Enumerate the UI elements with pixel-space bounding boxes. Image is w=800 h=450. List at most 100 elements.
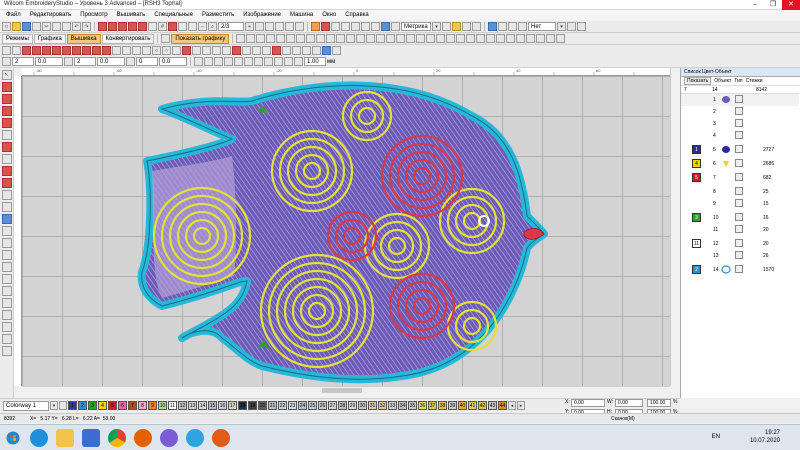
circle-tool-icon[interactable] [1, 166, 12, 176]
colour-swatch[interactable]: 14 [198, 401, 207, 410]
colour-icon[interactable] [182, 46, 191, 55]
cording-icon[interactable] [302, 46, 311, 55]
mode-graphics-button[interactable]: Графика [33, 33, 66, 44]
colour-swatch[interactable]: 6 [118, 401, 127, 410]
branching-icon[interactable] [466, 34, 476, 43]
select-object-icon[interactable] [236, 34, 246, 43]
tie-off-icon[interactable] [202, 46, 211, 55]
colour-swatch[interactable]: 22 [278, 401, 287, 410]
special-tool-icon[interactable] [1, 298, 12, 308]
triple-run-icon[interactable] [52, 46, 61, 55]
spacing-icon[interactable] [2, 57, 11, 66]
list-item[interactable]: 1 [681, 94, 799, 106]
travel-icon[interactable] [286, 34, 296, 43]
hoop-show-icon[interactable] [295, 22, 304, 31]
horizontal-scrollbar[interactable] [22, 386, 670, 394]
vertical-scrollbar[interactable] [670, 68, 678, 386]
list-item[interactable]: 11 12 20 [681, 238, 799, 250]
open-file-icon[interactable] [12, 22, 21, 31]
colour-swatch[interactable]: 34 [398, 401, 407, 410]
info-icon[interactable] [472, 22, 481, 31]
sew-simulator-icon[interactable] [498, 22, 507, 31]
profile-icon[interactable] [204, 57, 213, 66]
customize-icon[interactable] [518, 22, 527, 31]
monogram-icon[interactable] [108, 22, 117, 31]
density-icon[interactable] [214, 57, 223, 66]
mode-modes-button[interactable]: Режимы [2, 33, 33, 44]
abc-lettering-icon[interactable] [98, 22, 107, 31]
stitch-player-icon[interactable] [168, 22, 177, 31]
measure-icon[interactable] [285, 22, 294, 31]
stitch-type-icon[interactable] [2, 46, 11, 55]
clock-date[interactable]: 10.07.2020 [750, 437, 780, 445]
colour-swatch[interactable]: 42 [478, 401, 487, 410]
colorway-select[interactable]: Colorway 1 [3, 400, 49, 411]
reshape-tool-icon[interactable] [1, 322, 12, 332]
column-b-icon[interactable] [122, 46, 131, 55]
menu-help[interactable]: Справка [345, 12, 369, 18]
colour-swatch[interactable]: 20 [258, 401, 267, 410]
fill-tool-icon[interactable] [1, 154, 12, 164]
complex-fill-icon[interactable] [132, 46, 141, 55]
column-a-icon[interactable] [112, 46, 121, 55]
stitch-list-icon[interactable] [322, 46, 331, 55]
product-select[interactable]: Нет [528, 22, 556, 31]
list-item[interactable]: 2 14 1570 [681, 264, 799, 276]
auto-start-end-icon[interactable] [486, 34, 496, 43]
internet-explorer-icon[interactable] [30, 429, 48, 447]
width-field[interactable]: 0.00 [615, 399, 643, 407]
hoop-icon[interactable] [148, 22, 157, 31]
object-props-icon[interactable] [332, 46, 341, 55]
new-file-icon[interactable]: □ [2, 22, 11, 31]
field-5[interactable]: 0 [136, 57, 158, 66]
photo-stitch-icon[interactable] [1, 226, 12, 236]
stitch-tool-icon[interactable] [1, 286, 12, 296]
measure-tool-icon[interactable] [1, 334, 12, 344]
knife-icon[interactable] [266, 34, 276, 43]
digitize-star-icon[interactable]: ☆ [162, 46, 171, 55]
flip-icon[interactable] [254, 57, 263, 66]
colour-swatch[interactable]: 12 [178, 401, 187, 410]
wreath-icon[interactable] [436, 34, 446, 43]
colour-swatch[interactable]: 15 [208, 401, 217, 410]
auto-split-icon[interactable] [242, 46, 251, 55]
undo-icon[interactable]: ↶ [72, 22, 81, 31]
product-dropdown-icon[interactable]: ▾ [557, 22, 566, 31]
width-field[interactable]: 1.00 [304, 57, 326, 66]
align-top-icon[interactable] [356, 34, 366, 43]
rotate-left-icon[interactable] [406, 34, 416, 43]
tool-a-icon[interactable] [274, 57, 283, 66]
fill-type-icon[interactable] [12, 46, 21, 55]
angle-icon[interactable] [126, 57, 135, 66]
pattern-run-icon[interactable] [102, 46, 111, 55]
lettering-tool-icon[interactable] [1, 202, 12, 212]
scale-x-field[interactable]: 100.00 [647, 399, 671, 407]
field-2[interactable]: 0.0 [35, 57, 63, 66]
list-item[interactable]: 3 10 16 [681, 212, 799, 224]
save-icon[interactable] [22, 22, 31, 31]
minimize-button[interactable]: – [746, 0, 764, 10]
colour-swatch[interactable]: 1 [68, 401, 77, 410]
trim-stitch-icon[interactable] [212, 46, 221, 55]
settings-icon[interactable] [442, 22, 451, 31]
rotate-right-icon[interactable] [416, 34, 426, 43]
menu-edit[interactable]: Редактировать [30, 12, 71, 18]
team-names-icon[interactable] [118, 22, 127, 31]
reshape-icon[interactable] [256, 34, 266, 43]
list-item[interactable]: 2 [681, 106, 799, 118]
connectors-icon[interactable] [341, 22, 350, 31]
stitch-edit-icon[interactable] [276, 34, 286, 43]
design-canvas[interactable] [22, 76, 670, 386]
sequence-icon[interactable] [496, 34, 506, 43]
3d-view-icon[interactable] [371, 22, 380, 31]
mirror-h-icon[interactable] [386, 34, 396, 43]
satin-icon[interactable] [22, 46, 31, 55]
zoom-fit-icon[interactable] [255, 22, 264, 31]
colour-swatch[interactable]: 28 [338, 401, 347, 410]
colour-swatch[interactable]: 4 [98, 401, 107, 410]
field-1[interactable]: 2 [12, 57, 34, 66]
extra-tool-icon[interactable] [1, 346, 12, 356]
show-graphics-icon[interactable] [161, 34, 171, 43]
menu-file[interactable]: Файл [6, 12, 21, 18]
blanket-icon[interactable] [82, 46, 91, 55]
